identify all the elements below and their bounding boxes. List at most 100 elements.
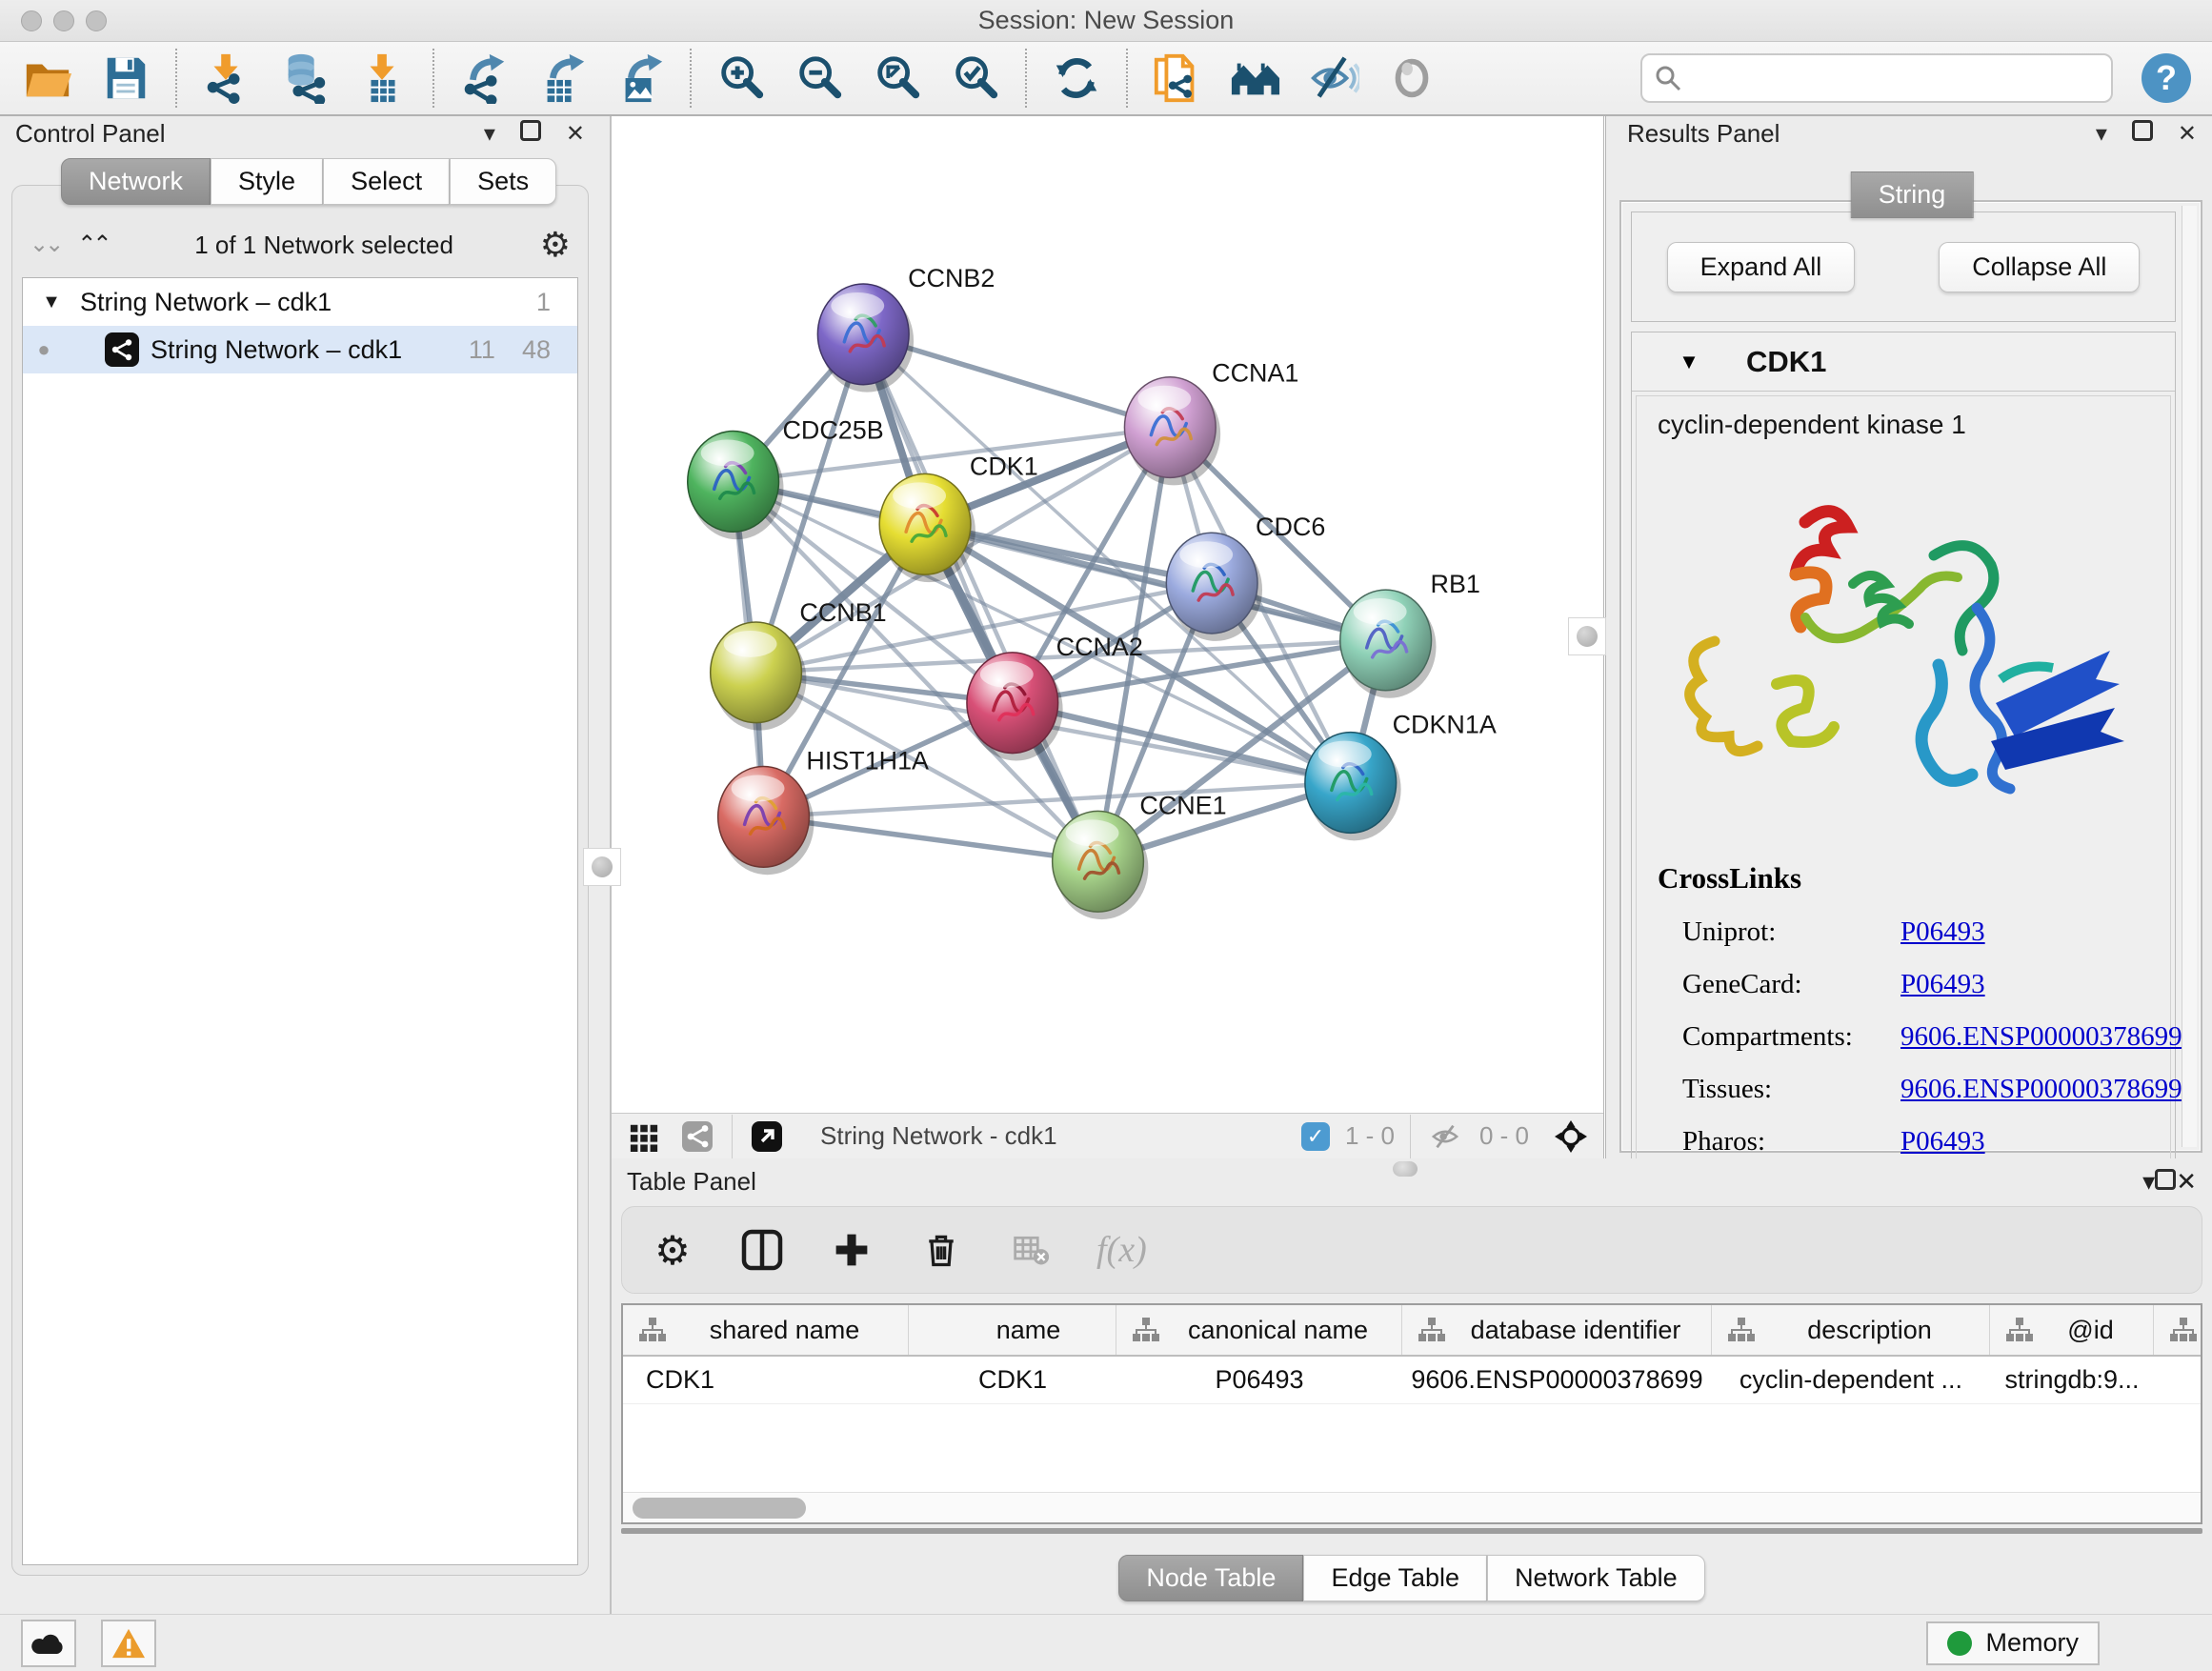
tab-edge-table[interactable]: Edge Table: [1303, 1555, 1487, 1601]
node-CCNB2[interactable]: [817, 284, 914, 393]
delete-column-icon[interactable]: [917, 1226, 965, 1274]
network-canvas[interactable]: CCNB2CCNA1CDC25BCDK1CDC6RB1CCNB1CCNA2CDK…: [612, 116, 1603, 1113]
help-icon[interactable]: ?: [2142, 53, 2191, 103]
warning-status-button[interactable]: [101, 1620, 156, 1667]
table-hscrollbar-thumb[interactable]: [633, 1498, 806, 1519]
fit-selected-crosshair-icon[interactable]: [1552, 1117, 1590, 1156]
cloud-status-button[interactable]: [21, 1620, 76, 1667]
results-panel-float-icon[interactable]: [2132, 120, 2153, 148]
table-cell[interactable]: P06493: [1116, 1357, 1402, 1403]
table-cell[interactable]: CDK1: [909, 1357, 1116, 1403]
table-cell[interactable]: stringdb: [2154, 1357, 2202, 1403]
import-table-icon[interactable]: [356, 51, 410, 105]
export-image-icon[interactable]: [613, 51, 667, 105]
collapse-all-networks-icon[interactable]: ⌄⌄: [30, 233, 60, 256]
zoom-in-icon[interactable]: [714, 51, 768, 105]
zoom-out-icon[interactable]: [793, 51, 846, 105]
export-network-icon[interactable]: [457, 51, 511, 105]
left-splitter-handle[interactable]: [583, 848, 621, 886]
show-columns-icon[interactable]: [738, 1226, 786, 1274]
node-CDC25B[interactable]: [688, 432, 784, 540]
control-panel-close-icon[interactable]: ✕: [566, 120, 585, 148]
open-session-icon[interactable]: [21, 51, 74, 105]
table-cell[interactable]: cyclin-dependent ...: [1712, 1357, 1990, 1403]
create-column-icon[interactable]: [828, 1226, 875, 1274]
table-cell[interactable]: 9606.ENSP00000378699: [1402, 1357, 1712, 1403]
node-CCNA1[interactable]: [1124, 377, 1220, 486]
table-panel-close-icon[interactable]: ✕: [2176, 1167, 2197, 1197]
node-CCNE1[interactable]: [1053, 811, 1149, 919]
crosslink-link[interactable]: 9606.ENSP00000378699: [1900, 1074, 2182, 1105]
tab-style[interactable]: Style: [211, 158, 323, 205]
search-field[interactable]: [1640, 53, 2113, 103]
network-options-gear-icon[interactable]: ⚙: [540, 225, 571, 265]
selected-nodes-checkbox[interactable]: ✓: [1301, 1122, 1330, 1151]
crosslink-link[interactable]: P06493: [1900, 969, 1985, 1000]
column-header-database-identifier[interactable]: database identifier: [1402, 1305, 1712, 1355]
table-cell[interactable]: stringdb:9...: [1990, 1357, 2154, 1403]
minimize-window-button[interactable]: [53, 10, 74, 31]
node-HIST1H1A[interactable]: [718, 767, 814, 876]
results-panel-close-icon[interactable]: ✕: [2178, 120, 2197, 148]
show-all-icon[interactable]: [1385, 51, 1438, 105]
horizontal-splitter-handle[interactable]: [1393, 1161, 1418, 1177]
table-options-gear-icon[interactable]: ⚙: [649, 1226, 696, 1274]
table-cell[interactable]: CDK1: [623, 1357, 909, 1403]
table-panel-float-icon[interactable]: [2155, 1167, 2176, 1197]
control-panel-float-icon[interactable]: [520, 120, 541, 148]
export-table-icon[interactable]: [535, 51, 589, 105]
zoom-window-button[interactable]: [86, 10, 107, 31]
edge-CDK1-RB1[interactable]: [925, 524, 1386, 640]
column-header-shared-name[interactable]: shared name: [623, 1305, 909, 1355]
network-row[interactable]: ● String Network – cdk1 11 48: [23, 326, 577, 373]
expand-all-networks-icon[interactable]: ⌃⌃: [77, 233, 108, 256]
zoom-selected-icon[interactable]: [949, 51, 1002, 105]
node-CDK1[interactable]: [879, 473, 975, 582]
results-panel-menu-icon[interactable]: ▾: [2096, 120, 2107, 148]
network-collection-row[interactable]: ▼ String Network – cdk1 1: [23, 278, 577, 326]
network-view-mode-icon[interactable]: [678, 1117, 716, 1156]
node-CCNA2[interactable]: [967, 653, 1063, 761]
tab-network[interactable]: Network: [61, 158, 211, 205]
table-hscrollbar[interactable]: [623, 1492, 2201, 1522]
column-header-canonical-name[interactable]: canonical name: [1116, 1305, 1402, 1355]
hide-show-icon[interactable]: [1307, 51, 1360, 105]
collection-expand-icon[interactable]: ▼: [23, 292, 80, 313]
tab-sets[interactable]: Sets: [450, 158, 556, 205]
right-splitter-handle[interactable]: [1568, 617, 1606, 655]
column-header-name[interactable]: name: [909, 1305, 1116, 1355]
column-header-description[interactable]: description: [1712, 1305, 1990, 1355]
tab-network-table[interactable]: Network Table: [1487, 1555, 1705, 1601]
gene-entry-header[interactable]: ▼ CDK1: [1632, 332, 2175, 392]
first-neighbors-icon[interactable]: [1151, 51, 1204, 105]
edge-CCNB2-CCNE1[interactable]: [863, 334, 1097, 861]
edge-CCNA2-CDKN1A[interactable]: [1013, 703, 1351, 783]
results-scrollbar[interactable]: [2182, 206, 2197, 1147]
table-panel-menu-icon[interactable]: ▾: [2142, 1167, 2155, 1197]
collapse-all-button[interactable]: Collapse All: [1939, 242, 2140, 292]
node-RB1[interactable]: [1340, 590, 1437, 698]
expand-all-button[interactable]: Expand All: [1667, 242, 1856, 292]
birds-eye-view-icon[interactable]: [748, 1117, 786, 1156]
gene-collapse-icon[interactable]: ▼: [1632, 350, 1746, 374]
home-networks-icon[interactable]: [1229, 51, 1282, 105]
zoom-fit-icon[interactable]: [871, 51, 924, 105]
tab-string[interactable]: String: [1851, 171, 1974, 218]
column-header-namespace[interactable]: namespace: [2154, 1305, 2202, 1355]
import-network-database-icon[interactable]: [278, 51, 332, 105]
refresh-icon[interactable]: [1050, 51, 1103, 105]
crosslink-link[interactable]: P06493: [1900, 916, 1985, 948]
close-window-button[interactable]: [21, 10, 42, 31]
control-panel-menu-icon[interactable]: ▾: [484, 120, 495, 148]
tab-node-table[interactable]: Node Table: [1118, 1555, 1303, 1601]
node-CDKN1A[interactable]: [1305, 733, 1401, 841]
save-session-icon[interactable]: [99, 51, 152, 105]
import-network-file-icon[interactable]: [200, 51, 253, 105]
memory-button[interactable]: Memory: [1926, 1621, 2100, 1665]
crosslink-link[interactable]: 9606.ENSP00000378699: [1900, 1021, 2182, 1053]
grid-view-icon[interactable]: [625, 1117, 663, 1156]
column-header--id[interactable]: @id: [1990, 1305, 2154, 1355]
search-input[interactable]: [1690, 64, 2100, 93]
table-row[interactable]: CDK1CDK1P064939606.ENSP00000378699cyclin…: [623, 1357, 2201, 1404]
crosslink-link[interactable]: P06493: [1900, 1126, 1985, 1158]
